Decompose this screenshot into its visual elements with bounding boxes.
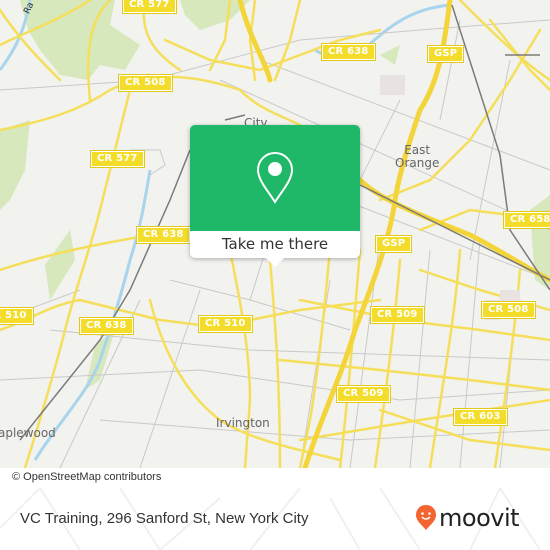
road-shield: CR 638: [136, 226, 191, 244]
road-shield: CR 510: [198, 315, 253, 333]
map[interactable]: CR 577 CR 638 GSP CR 508 CR 577 CR 638 C…: [0, 0, 550, 468]
road-shield: GSP: [426, 45, 465, 63]
road-shield: CR 577: [90, 150, 145, 168]
moovit-pin-icon: [416, 505, 436, 530]
location-popup[interactable]: Take me there: [190, 125, 360, 267]
place-label-maplewood: aplewood: [0, 426, 56, 440]
road-shield: CR 510: [0, 307, 34, 325]
road-shield: GSP: [374, 235, 413, 253]
park-area: [20, 0, 140, 80]
road-shield: CR 658: [503, 211, 550, 229]
popup-header: [190, 125, 360, 231]
road-shield: CR 638: [79, 317, 134, 335]
moovit-brand-text: moovit: [439, 503, 520, 532]
road-shield: CR 508: [118, 74, 173, 92]
footer: VC Training, 296 Sanford St, New York Ci…: [0, 488, 550, 550]
moovit-logo[interactable]: moovit: [415, 503, 520, 532]
road-shield: CR 603: [453, 408, 508, 426]
take-me-there-button[interactable]: Take me there: [190, 231, 360, 258]
park-area: [45, 230, 75, 300]
map-attribution[interactable]: © OpenStreetMap contributors: [8, 470, 166, 484]
place-label-line: East: [404, 143, 431, 157]
road-shield: CR 509: [336, 385, 391, 403]
road-shield: CR 508: [481, 301, 536, 319]
road-shield: CR 509: [370, 306, 425, 324]
road-shield: CR 638: [321, 43, 376, 61]
popup-pointer: [266, 258, 284, 267]
place-label-east-orange: East Orange: [395, 144, 439, 170]
park-area: [380, 45, 400, 65]
place-label-line: Orange: [395, 156, 440, 170]
map-pin-icon: [256, 151, 294, 204]
road-shield: CR 577: [122, 0, 177, 14]
location-address: VC Training, 296 Sanford St, New York Ci…: [20, 510, 309, 527]
place-label-irvington: Irvington: [216, 416, 270, 430]
park-area: [0, 120, 30, 210]
